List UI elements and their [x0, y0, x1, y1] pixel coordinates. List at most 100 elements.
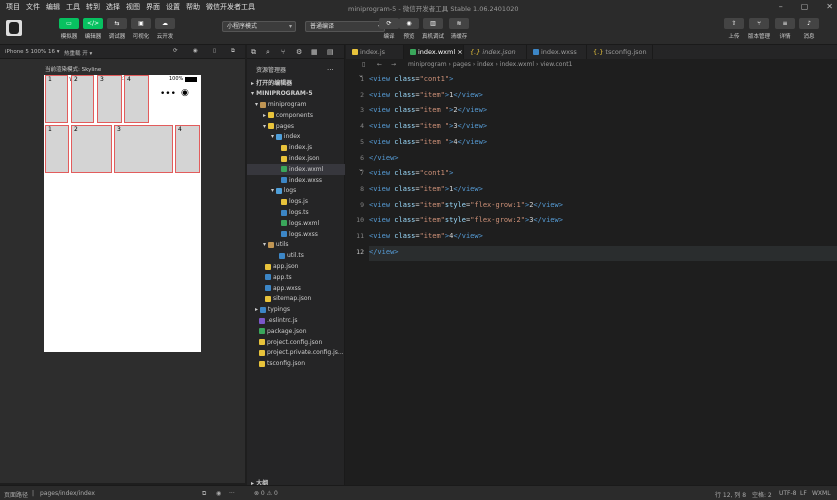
code-line[interactable]: <view class="item"style="flex-grow:1">2<… — [369, 199, 563, 215]
code-line[interactable]: <view class="item"style="flex-grow:2">3<… — [369, 214, 563, 230]
version-button[interactable]: ⑂ 版本管理 — [748, 18, 770, 40]
tree-item[interactable]: ▾ pages — [247, 121, 345, 132]
details-button[interactable]: ≡ 详情 — [774, 18, 796, 40]
stop-icon[interactable]: ◉ — [193, 48, 198, 54]
tree-item[interactable]: logs.ts — [247, 207, 345, 218]
device-select[interactable]: iPhone 5 100% 16 ▾ — [5, 49, 60, 55]
tree-item[interactable]: index.wxml — [247, 163, 345, 175]
menu-item[interactable]: 项目 — [6, 2, 20, 12]
code-line[interactable]: <view class="item ">2</view> — [369, 104, 487, 120]
cloud-button[interactable]: ☁ 云开发 — [154, 18, 176, 40]
close-icon[interactable]: × — [457, 48, 462, 56]
more-icon[interactable]: ··· — [229, 490, 235, 497]
tab-index-js[interactable]: index.js — [346, 45, 404, 59]
remote-debug-button[interactable]: ▥ 真机调试 — [422, 18, 444, 40]
bookmark-icon[interactable]: ▯ — [362, 59, 365, 71]
tab-index-wxss[interactable]: index.wxss — [527, 45, 587, 59]
tree-item[interactable]: logs.wxml — [247, 218, 345, 229]
tab-index-wxml[interactable]: index.wxml × — [404, 45, 464, 59]
files-icon[interactable]: ⧉ — [251, 48, 256, 57]
more-icon[interactable]: ••• — [160, 89, 176, 99]
menu-item[interactable]: 微信开发者工具 — [206, 2, 255, 12]
mode-select[interactable]: 小程序模式 ▾ — [222, 21, 296, 32]
forward-icon[interactable]: → — [391, 59, 396, 71]
eye-icon[interactable]: ◉ — [216, 490, 221, 497]
tree-item[interactable]: app.ts — [247, 272, 345, 283]
code-line[interactable]: <view class="cont1"> — [369, 167, 453, 183]
close-icon[interactable]: ✕ — [826, 2, 833, 11]
messages-button[interactable]: ♪ 消息 — [798, 18, 820, 40]
tree-item[interactable]: ▾ utils — [247, 239, 345, 250]
encoding[interactable]: UTF-8 — [779, 490, 797, 497]
tree-item[interactable]: index.json — [247, 153, 345, 164]
search-icon[interactable]: ⌕ — [266, 48, 270, 57]
tree-item[interactable]: ▾ index — [247, 131, 345, 142]
compile-button[interactable]: ⟳ 编译 — [378, 18, 400, 40]
code-line[interactable]: </view> — [369, 152, 399, 168]
hotreload-select[interactable]: 热重载 开 ▾ — [64, 49, 92, 57]
cursor-position[interactable]: 行 12, 列 8 — [715, 490, 746, 499]
maximize-icon[interactable]: ▢ — [801, 2, 809, 11]
tree-item[interactable]: tsconfig.json — [247, 358, 345, 369]
page-path[interactable]: pages/index/index — [40, 490, 95, 497]
clear-cache-button[interactable]: ≋ 清缓存 — [448, 18, 470, 40]
preview-button[interactable]: ◉ 预览 — [398, 18, 420, 40]
error-icon[interactable]: ⊗ 0 ⚠ 0 — [254, 490, 278, 497]
capsule-menu[interactable]: ••• ◉ — [155, 88, 199, 103]
visual-button[interactable]: ▣ 可视化 — [130, 18, 152, 40]
code-line[interactable]: <view class="item">1</view> — [369, 183, 483, 199]
code-line[interactable]: <view class="item ">3</view> — [369, 120, 487, 136]
tree-item[interactable]: util.ts — [247, 250, 345, 261]
popout-icon[interactable]: ⧉ — [231, 48, 235, 55]
language-mode[interactable]: WXML — [812, 490, 831, 497]
tree-item[interactable]: app.json — [247, 261, 345, 272]
tree-item[interactable]: ▸ components — [247, 110, 345, 121]
extensions-icon[interactable]: ▦ — [311, 48, 318, 56]
menu-item[interactable]: 视图 — [126, 2, 140, 12]
simulator-button[interactable]: ▭ 模拟器 — [58, 18, 80, 40]
tree-item[interactable]: project.private.config.js... — [247, 347, 345, 358]
minimize-icon[interactable]: – — [779, 2, 783, 11]
menu-item[interactable]: 选择 — [106, 2, 120, 12]
home-icon[interactable]: ▯ — [213, 48, 216, 54]
tree-item[interactable]: logs.wxss — [247, 229, 345, 240]
tree-item[interactable]: ▸ typings — [247, 304, 345, 315]
tree-item[interactable]: project.config.json — [247, 337, 345, 348]
fold-icon[interactable]: ⌄ — [358, 165, 364, 173]
menu-item[interactable]: 文件 — [26, 2, 40, 12]
debugger-button[interactable]: ⇆ 调试器 — [106, 18, 128, 40]
tree-item[interactable]: .eslintrc.js — [247, 315, 345, 326]
fold-icon[interactable]: ⌄ — [358, 71, 364, 79]
menu-item[interactable]: 帮助 — [186, 2, 200, 12]
tree-item[interactable]: package.json — [247, 326, 345, 337]
tree-item[interactable]: app.wxss — [247, 283, 345, 294]
code-line[interactable]: </view> — [369, 245, 837, 262]
tab-index-json[interactable]: {.} index.json — [464, 45, 527, 59]
menu-item[interactable]: 编辑 — [46, 2, 60, 12]
menu-item[interactable]: 界面 — [146, 2, 160, 12]
menu-item[interactable]: 设置 — [166, 2, 180, 12]
tree-item[interactable]: ▾ miniprogram — [247, 99, 345, 110]
back-icon[interactable]: ← — [377, 59, 382, 71]
more-icon[interactable]: ··· — [327, 66, 334, 74]
menu-item[interactable]: 工具 — [66, 2, 80, 12]
git-icon[interactable]: ⑂ — [281, 48, 285, 56]
split-icon[interactable]: ▤ — [327, 48, 334, 56]
tree-item[interactable]: sitemap.json — [247, 293, 345, 304]
tree-item[interactable]: index.js — [247, 142, 345, 153]
project-root[interactable]: ▾ MINIPROGRAM-5 — [247, 88, 345, 99]
code-line[interactable]: <view class="cont1"> — [369, 73, 453, 89]
indent-setting[interactable]: 空格: 2 — [752, 490, 772, 499]
editor-button[interactable]: </> 编辑器 — [82, 18, 104, 40]
copy-icon[interactable]: ⧉ — [202, 490, 206, 498]
code-line[interactable]: <view class="item">1</view> — [369, 89, 483, 105]
upload-button[interactable]: ⇧ 上传 — [723, 18, 745, 40]
code-line[interactable]: <view class="item">4</view> — [369, 230, 483, 246]
tree-item[interactable]: ▾ logs — [247, 185, 345, 196]
eol[interactable]: LF — [800, 490, 807, 497]
code-line[interactable]: <view class="item ">4</view> — [369, 136, 487, 152]
close-icon[interactable]: ◉ — [181, 88, 189, 98]
tree-item[interactable]: logs.js — [247, 196, 345, 207]
refresh-icon[interactable]: ⟳ — [173, 48, 178, 54]
tab-tsconfig[interactable]: {.} tsconfig.json — [587, 45, 653, 59]
